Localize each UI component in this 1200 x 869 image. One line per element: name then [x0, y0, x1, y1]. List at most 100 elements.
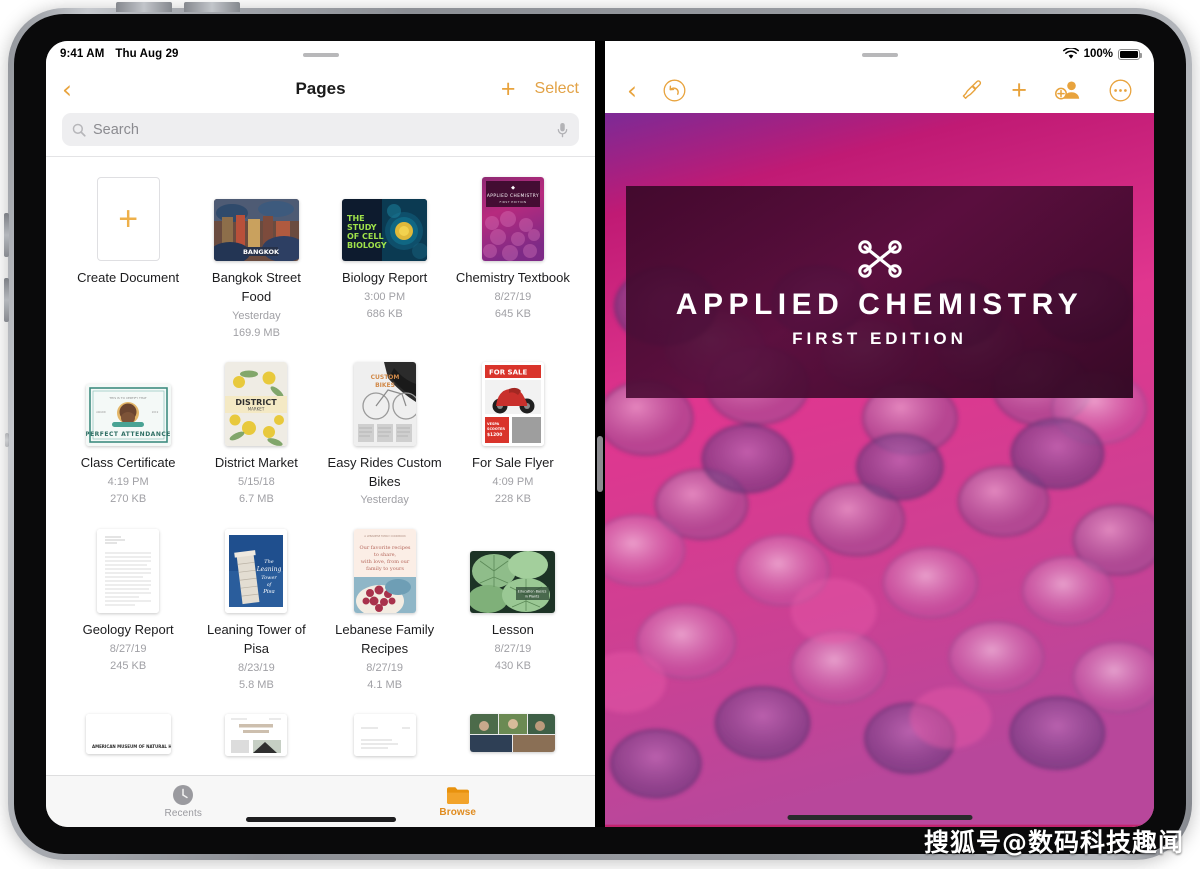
- document-item-chemistry-textbook[interactable]: ◆ APPLIED CHEMISTRY FIRST EDITION Chemis…: [449, 171, 577, 356]
- plus-icon: +: [118, 200, 139, 238]
- document-title: Biology Report: [341, 270, 428, 285]
- document-thumbnail: THIS IS TO CERTIFY THAT PERFECT ATTENDAN…: [85, 383, 171, 446]
- svg-text:BANGKOK: BANGKOK: [243, 248, 280, 256]
- tab-browse[interactable]: Browse: [321, 785, 596, 818]
- applied-chemistry-cover: ◆ APPLIED CHEMISTRY FIRST EDITION: [481, 177, 544, 261]
- document-heading: APPLIED CHEMISTRY: [675, 287, 1084, 321]
- search-input[interactable]: [93, 121, 549, 138]
- document-title: District Market: [214, 454, 298, 470]
- document-item-create[interactable]: + Create Document: [64, 171, 192, 356]
- split-view-handle[interactable]: [597, 436, 603, 492]
- document-item-biology-report[interactable]: THE STUDY OF CELL BIOLOGY Biology Report…: [321, 171, 449, 356]
- document-thumbnail: [97, 528, 160, 613]
- home-indicator[interactable]: [245, 817, 396, 822]
- battery-full-icon: [1118, 48, 1142, 60]
- svg-text:Education Basics: Education Basics: [518, 589, 547, 593]
- microphone-icon[interactable]: [556, 122, 569, 138]
- svg-text:The: The: [265, 559, 275, 565]
- document-item-leaning-tower-of-pisa[interactable]: The Leaning Tower of Pisa Leaning Tower …: [192, 523, 320, 708]
- back-chevron-icon[interactable]: ‹: [627, 76, 637, 105]
- document-item-class-certificate[interactable]: THIS IS TO CERTIFY THAT PERFECT ATTENDAN…: [64, 356, 192, 523]
- document-item-lebanese-family-recipes[interactable]: A LEBANESE FAMILY COOKBOOK Our favorite …: [321, 523, 449, 708]
- svg-text:PERFECT ATTENDANCE: PERFECT ATTENDANCE: [86, 431, 171, 438]
- certificate-cover: THIS IS TO CERTIFY THAT PERFECT ATTENDAN…: [85, 383, 171, 446]
- district-market-cover: DISTRICT MARKET: [225, 361, 288, 446]
- market-photo: BANGKOK: [213, 199, 299, 261]
- document-thumbnail: AMERICAN MUSEUM OF NATURAL HISTORY: [85, 713, 171, 754]
- power-button[interactable]: [116, 2, 172, 12]
- document-thumbnail: A LEBANESE FAMILY COOKBOOK Our favorite …: [353, 528, 416, 613]
- document-item-museum-doc[interactable]: AMERICAN MUSEUM OF NATURAL HISTORY: [64, 708, 192, 762]
- document-thumbnail: DISTRICT MARKET: [225, 361, 288, 446]
- document-item-lesson[interactable]: Education Basics in Plants Lesson 8/27/1…: [449, 523, 577, 708]
- tab-label: Browse: [439, 807, 477, 818]
- search-bar[interactable]: [62, 113, 579, 146]
- multitask-grabber[interactable]: [861, 53, 898, 57]
- svg-text:THIS IS TO CERTIFY THAT: THIS IS TO CERTIFY THAT: [108, 396, 147, 400]
- document-thumbnail: ◆ APPLIED CHEMISTRY FIRST EDITION: [481, 177, 544, 261]
- svg-text:CUSTOM: CUSTOM: [370, 374, 399, 381]
- document-thumbnail: [225, 713, 288, 756]
- search-icon: [72, 123, 86, 137]
- document-item-easy-rides-custom-bikes[interactable]: CUSTOM BIKES Easy Rides Custom Bikes Yes…: [321, 356, 449, 523]
- document-date: 5/15/18: [238, 475, 275, 488]
- multitask-grabber[interactable]: [302, 53, 339, 57]
- svg-text:FOR SALE: FOR SALE: [489, 368, 527, 376]
- create-document-tile[interactable]: +: [96, 177, 160, 261]
- svg-text:2019: 2019: [151, 410, 158, 414]
- svg-text:BIKES: BIKES: [375, 382, 395, 389]
- svg-text:Our favorite recipes: Our favorite recipes: [359, 545, 410, 551]
- add-person-icon[interactable]: [1055, 79, 1081, 101]
- document-thumbnail: The Leaning Tower of Pisa: [225, 528, 288, 613]
- document-item-bangkok-street-food[interactable]: BANGKOK Bangkok Street Food Yesterday 16…: [192, 171, 320, 356]
- svg-text:SCOOTER: SCOOTER: [487, 427, 505, 431]
- tab-recents[interactable]: Recents: [46, 784, 321, 819]
- back-chevron-icon[interactable]: ‹: [62, 77, 72, 102]
- document-date: 8/27/19: [109, 642, 147, 655]
- document-title: Lebanese Family Recipes: [335, 621, 435, 656]
- document-item-for-sale-flyer[interactable]: FOR SALE VESPA SCOOTER $1200 For Sale Fl…: [449, 356, 577, 523]
- document-size: 6.7 MB: [238, 493, 274, 506]
- document-item-letter-doc[interactable]: [321, 708, 449, 762]
- document-canvas[interactable]: APPLIED CHEMISTRY FIRST EDITION: [605, 113, 1154, 827]
- home-indicator[interactable]: [787, 815, 972, 820]
- status-time: 9:41 AM: [60, 48, 105, 60]
- watermark-text: 搜狐号@数码科技趣闻: [923, 828, 1184, 857]
- svg-text:AMERICAN MUSEUM OF NATURAL HIS: AMERICAN MUSEUM OF NATURAL HISTORY: [92, 744, 171, 749]
- right-status-bar: 100%: [605, 41, 1154, 67]
- document-thumbnail: CUSTOM BIKES: [353, 361, 416, 446]
- volume-down-button[interactable]: [4, 278, 9, 322]
- document-thumbnail: [470, 713, 556, 752]
- document-date: 4:09 PM: [492, 475, 534, 488]
- search-area: [46, 111, 595, 156]
- svg-text:STUDY: STUDY: [347, 223, 377, 232]
- document-item-report-doc[interactable]: [192, 708, 320, 762]
- document-item-photos-doc[interactable]: [449, 708, 577, 762]
- document-title: Chemistry Textbook: [455, 270, 570, 285]
- document-item-district-market[interactable]: DISTRICT MARKET District Market 5/15/18 …: [192, 356, 320, 523]
- ellipsis-circle-icon[interactable]: [1109, 79, 1132, 102]
- browser-navbar: ‹ Pages + Select: [46, 67, 595, 111]
- document-date: 8/23/19: [238, 661, 275, 674]
- volume-up-button[interactable]: [4, 213, 9, 257]
- svg-text:FIRST EDITION: FIRST EDITION: [499, 200, 526, 204]
- power-button-2[interactable]: [184, 2, 240, 12]
- undo-circle-icon[interactable]: [663, 79, 686, 102]
- svg-text:Leaning: Leaning: [256, 566, 282, 573]
- svg-text:◆: ◆: [511, 185, 515, 191]
- document-date: 3:00 PM: [364, 290, 406, 303]
- plus-icon[interactable]: +: [1011, 76, 1027, 103]
- document-title-block[interactable]: APPLIED CHEMISTRY FIRST EDITION: [626, 186, 1133, 398]
- files-tab-bar: Recents Browse: [46, 775, 595, 827]
- documents-scroll-area[interactable]: + Create Document BANGKOK Bangkok Street…: [46, 156, 595, 775]
- paintbrush-icon[interactable]: [959, 78, 983, 102]
- svg-text:A LEBANESE FAMILY COOKBOOK: A LEBANESE FAMILY COOKBOOK: [364, 534, 406, 538]
- select-button[interactable]: Select: [535, 80, 579, 98]
- left-status-bar: 9:41 AM Thu Aug 29: [46, 41, 595, 67]
- svg-text:OF CELL: OF CELL: [347, 232, 384, 241]
- folder-icon: [446, 787, 469, 804]
- document-title: Lesson: [491, 621, 534, 637]
- plus-icon[interactable]: +: [501, 77, 516, 102]
- document-title: For Sale Flyer: [472, 454, 554, 470]
- document-item-geology-report[interactable]: Geology Report 8/27/19 245 KB: [64, 523, 192, 708]
